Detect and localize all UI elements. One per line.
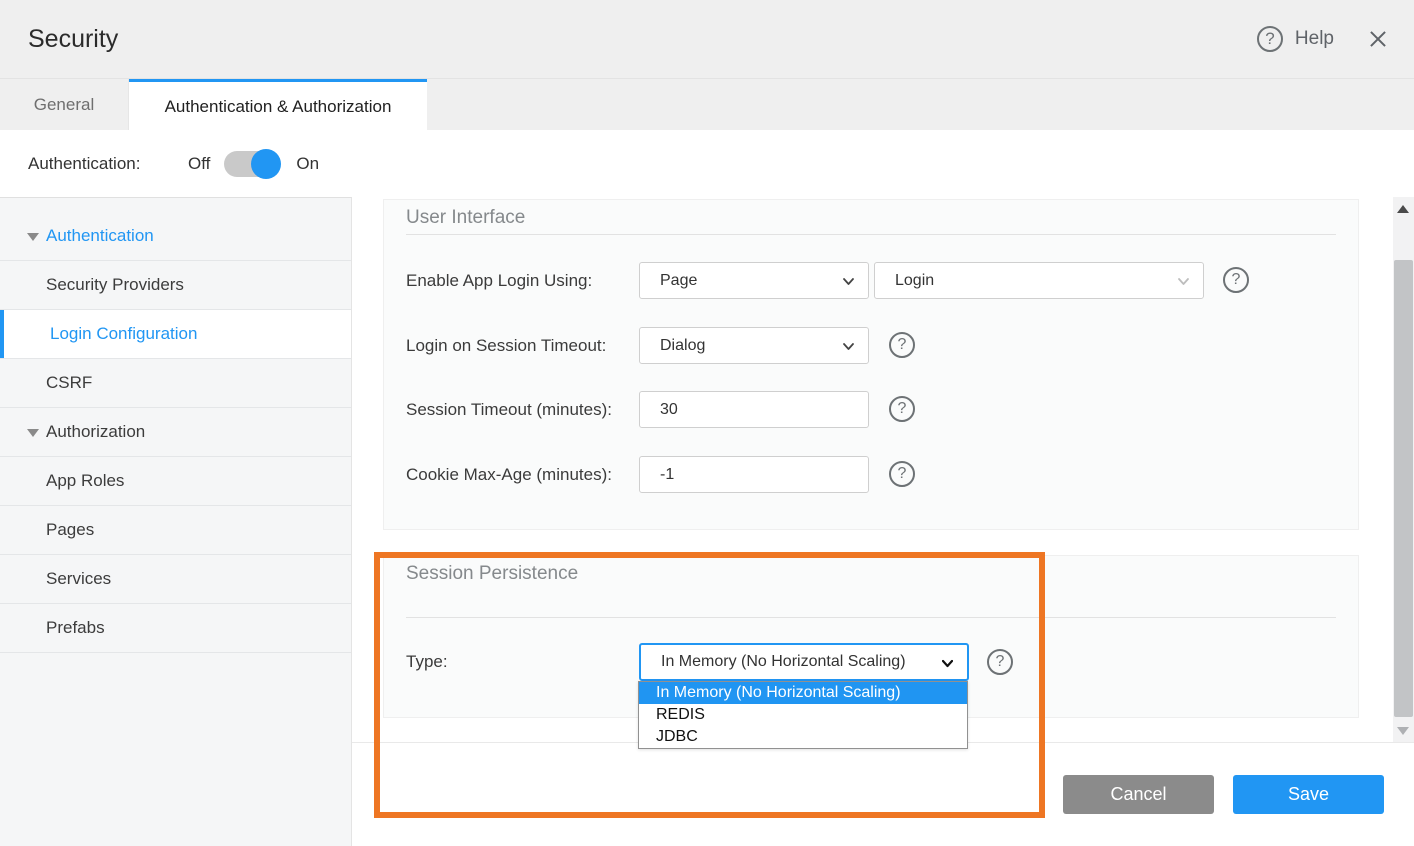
login-session-timeout-label: Login on Session Timeout: [406, 327, 606, 364]
session-timeout-input[interactable] [660, 394, 847, 427]
session-persistence-type-select[interactable]: In Memory (No Horizontal Scaling) [639, 643, 969, 681]
section-divider [406, 617, 1336, 618]
help-icon[interactable]: ? [1223, 267, 1249, 293]
select-value: Page [660, 272, 697, 289]
help-icon[interactable]: ? [889, 396, 915, 422]
cookie-max-age-input[interactable] [660, 459, 847, 492]
sidebar-item-label: Services [46, 569, 111, 588]
security-dialog: Security ? Help General Authentication &… [0, 0, 1414, 846]
expand-triangle-icon [27, 429, 39, 437]
sidebar-item-label: App Roles [46, 471, 124, 490]
tab-general[interactable]: General [0, 79, 129, 131]
user-interface-section: User Interface Enable App Login Using: P… [383, 199, 1359, 530]
cookie-max-age-field-wrap [639, 456, 869, 493]
section-title: Session Persistence [406, 563, 578, 585]
select-value: In Memory (No Horizontal Scaling) [661, 653, 906, 670]
page-title: Security [28, 0, 118, 78]
sidebar-item-services[interactable]: Services [0, 555, 351, 604]
expand-triangle-icon [27, 233, 39, 241]
sidebar-item-prefabs[interactable]: Prefabs [0, 604, 351, 653]
scrollbar-thumb[interactable] [1394, 260, 1413, 717]
toggle-on-label: On [296, 154, 319, 174]
section-divider [406, 234, 1336, 235]
sidebar-group-label: Authentication [46, 226, 154, 245]
sidebar-item-label: Prefabs [46, 618, 105, 637]
select-value: Dialog [660, 337, 705, 354]
tab-authentication-authorization[interactable]: Authentication & Authorization [129, 79, 427, 132]
scroll-down-arrow-icon[interactable] [1397, 727, 1409, 735]
sidebar-group-authorization[interactable]: Authorization [0, 408, 351, 457]
dropdown-option-jdbc[interactable]: JDBC [639, 726, 967, 748]
sidebar-item-login-configuration[interactable]: Login Configuration [0, 310, 351, 359]
sidebar-item-app-roles[interactable]: App Roles [0, 457, 351, 506]
help-icon[interactable]: ? [1257, 26, 1283, 52]
sidebar-item-label: Security Providers [46, 275, 184, 294]
enable-app-login-select[interactable]: Page [639, 262, 869, 299]
sidebar-item-security-providers[interactable]: Security Providers [0, 261, 351, 310]
cookie-max-age-label: Cookie Max-Age (minutes): [406, 456, 612, 493]
select-value: Login [895, 272, 934, 289]
toggle-off-label: Off [188, 154, 210, 174]
scroll-up-arrow-icon[interactable] [1397, 205, 1409, 213]
sidebar-item-pages[interactable]: Pages [0, 506, 351, 555]
sidebar-item-csrf[interactable]: CSRF [0, 359, 351, 408]
help-icon[interactable]: ? [987, 649, 1013, 675]
tab-bar: General Authentication & Authorization [0, 78, 1414, 130]
sidebar-item-label: Login Configuration [50, 324, 197, 343]
chevron-down-icon [942, 658, 953, 669]
sidebar-group-label: Authorization [46, 422, 145, 441]
enable-app-login-label: Enable App Login Using: [406, 262, 592, 299]
help-icon[interactable]: ? [889, 332, 915, 358]
close-icon[interactable] [1366, 27, 1390, 51]
login-page-select[interactable]: Login [874, 262, 1204, 299]
dropdown-option-redis[interactable]: REDIS [639, 704, 967, 726]
authentication-toggle-row: Authentication: Off On [0, 130, 1414, 197]
chevron-down-icon [843, 276, 854, 287]
authentication-toggle[interactable] [224, 151, 280, 177]
login-session-timeout-select[interactable]: Dialog [639, 327, 869, 364]
type-label: Type: [406, 643, 448, 681]
dialog-header: Security ? Help [0, 0, 1414, 78]
sidebar-item-label: Pages [46, 520, 94, 539]
section-title: User Interface [406, 207, 525, 229]
cancel-button[interactable]: Cancel [1063, 775, 1214, 814]
help-link[interactable]: Help [1295, 28, 1334, 50]
session-timeout-field-wrap [639, 391, 869, 428]
type-dropdown-list: In Memory (No Horizontal Scaling) REDIS … [638, 681, 968, 749]
chevron-down-icon [1178, 276, 1189, 287]
sidebar-item-label: CSRF [46, 373, 92, 392]
header-actions: ? Help [1257, 0, 1390, 78]
settings-sidebar: Authentication Security Providers Login … [0, 197, 352, 846]
dropdown-option-in-memory[interactable]: In Memory (No Horizontal Scaling) [639, 682, 967, 704]
chevron-down-icon [843, 341, 854, 352]
toggle-knob [251, 149, 281, 179]
help-icon[interactable]: ? [889, 461, 915, 487]
session-timeout-label: Session Timeout (minutes): [406, 391, 612, 428]
sidebar-group-authentication[interactable]: Authentication [0, 212, 351, 261]
save-button[interactable]: Save [1233, 775, 1384, 814]
authentication-label: Authentication: [28, 154, 188, 174]
vertical-scrollbar[interactable] [1393, 197, 1414, 742]
